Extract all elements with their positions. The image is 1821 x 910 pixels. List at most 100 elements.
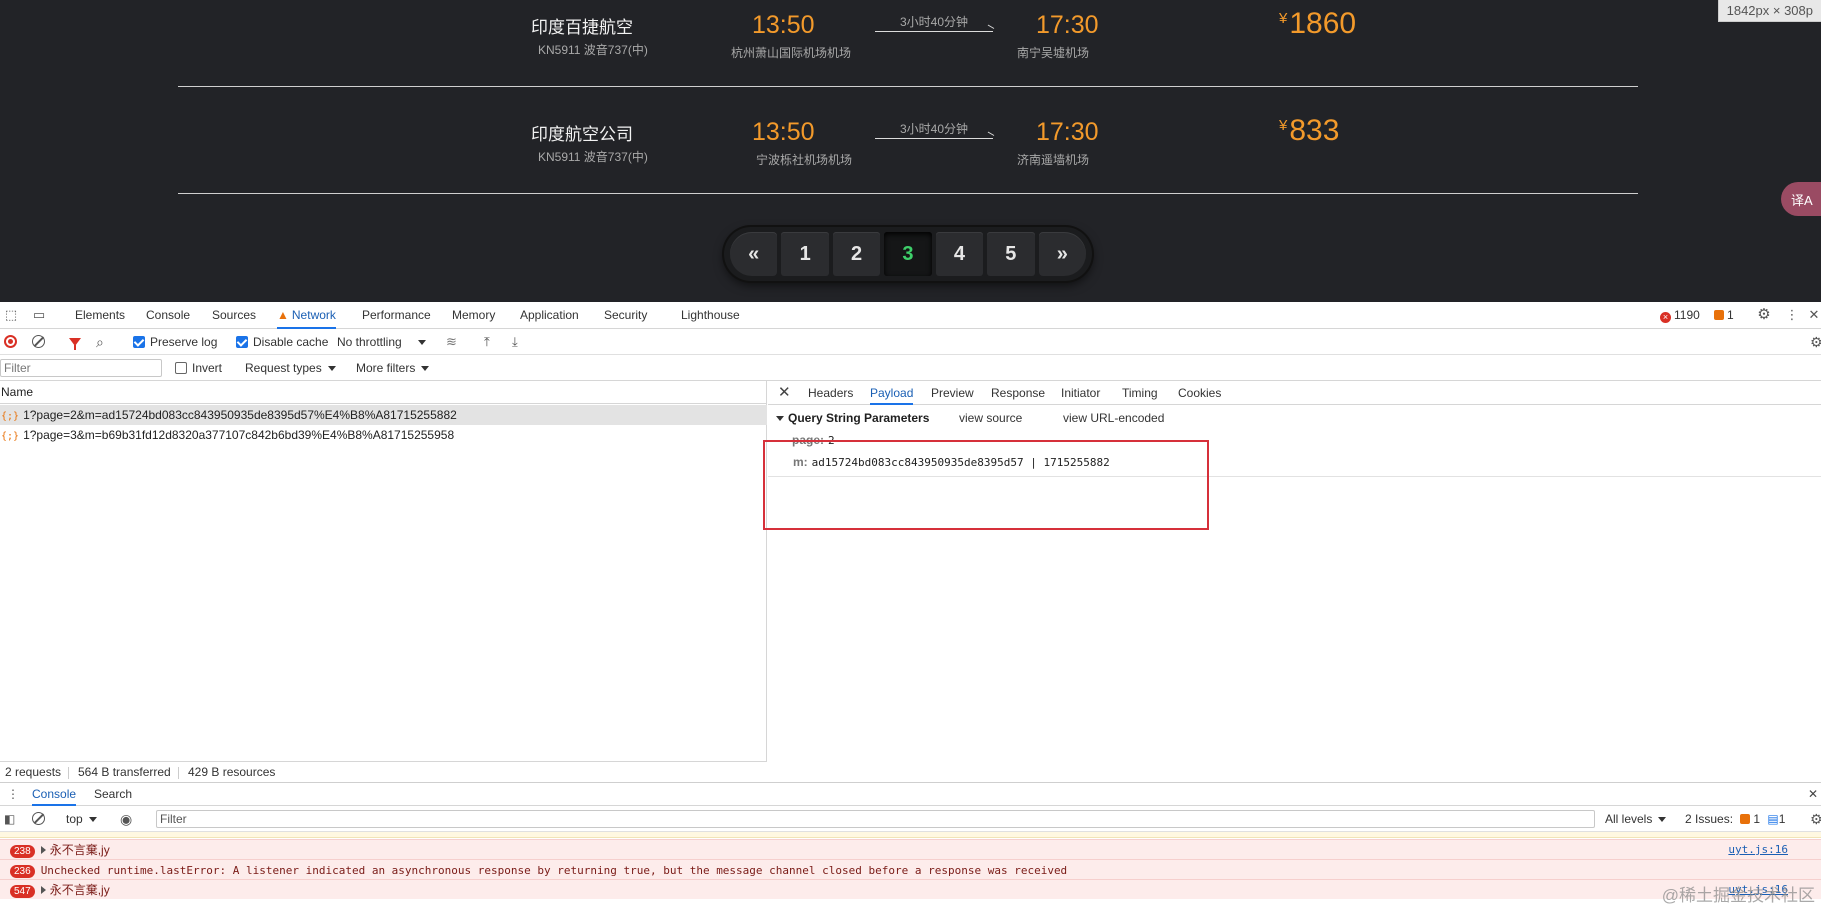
request-types-label: Request types — [245, 361, 322, 375]
more-options-icon[interactable]: ⋮ — [1785, 308, 1799, 322]
request-name: 1?page=2&m=ad15724bd083cc843950935de8395… — [23, 408, 457, 422]
info-message-icon: ▤ — [1767, 812, 1779, 826]
request-types-dropdown[interactable]: Request types — [245, 355, 336, 381]
pagination-page-1[interactable]: 1 — [781, 232, 829, 276]
filter-funnel-icon — [69, 338, 81, 350]
console-settings-gear-icon[interactable]: ⚙ — [1810, 806, 1821, 832]
tab-network[interactable]: ▲ Network — [277, 302, 336, 329]
pagination-prev-button[interactable]: « — [730, 232, 778, 276]
tab-performance[interactable]: Performance — [362, 302, 431, 329]
drawer-tab-console[interactable]: Console — [32, 783, 77, 806]
context-value: top — [66, 812, 83, 826]
param-value: ad15724bd083cc843950935de8395d57 | 17152… — [811, 456, 1110, 469]
sidebar-toggle-icon[interactable]: ◧ — [4, 806, 15, 832]
close-icon[interactable]: ✕ — [778, 381, 791, 405]
arrow-right-icon — [875, 31, 993, 32]
tab-sources[interactable]: Sources — [212, 302, 256, 329]
section-divider — [768, 476, 1821, 477]
tab-application[interactable]: Application — [520, 302, 579, 329]
console-log-entry[interactable]: 238 永不言棄,jy uyt.js:16 — [0, 839, 1821, 859]
network-filter-bar: Invert Request types More filters — [0, 355, 1821, 381]
departure-time: 13:50 — [752, 118, 815, 146]
inspect-element-icon[interactable]: ⬚ — [4, 308, 18, 322]
network-status-bar: 2 requests 564 B transferred 429 B resou… — [0, 761, 767, 782]
pagination-page-3[interactable]: 3 — [884, 232, 932, 276]
tab-cookies[interactable]: Cookies — [1178, 381, 1221, 405]
invert-checkbox[interactable]: Invert — [175, 355, 222, 381]
disable-cache-checkbox[interactable]: Disable cache — [236, 329, 328, 355]
more-filters-dropdown[interactable]: More filters — [356, 355, 430, 381]
log-entry-partial — [0, 832, 1821, 838]
tab-payload[interactable]: Payload — [870, 381, 914, 405]
name-column-header[interactable]: Name — [0, 381, 767, 404]
import-har-icon[interactable]: ⤒ — [484, 329, 490, 355]
clear-icon — [32, 335, 45, 348]
pagination-page-4[interactable]: 4 — [935, 232, 984, 276]
throttling-select[interactable]: No throttling — [337, 329, 426, 355]
clear-icon — [32, 812, 45, 825]
request-row[interactable]: {;} 1?page=3&m=b69b31fd12d8320a377107c842… — [0, 425, 767, 445]
tab-lighthouse[interactable]: Lighthouse — [681, 302, 740, 329]
error-counter[interactable]: × 1190 — [1660, 302, 1700, 329]
tab-memory[interactable]: Memory — [452, 302, 495, 329]
clear-button[interactable] — [32, 329, 45, 355]
log-levels-label: All levels — [1605, 812, 1653, 826]
pagination-page-2[interactable]: 2 — [832, 232, 881, 276]
issues-warn-count: 1 — [1753, 812, 1761, 826]
console-log-entry[interactable]: 547 永不言棄,jy uyt.js:16 — [0, 879, 1821, 899]
network-filter-input[interactable] — [0, 359, 162, 377]
log-levels-dropdown[interactable]: All levels — [1605, 806, 1667, 832]
warning-counter[interactable]: 1 — [1714, 302, 1734, 329]
currency-symbol: ¥ — [1279, 117, 1288, 134]
tab-initiator[interactable]: Initiator — [1061, 381, 1100, 405]
tab-console[interactable]: Console — [146, 302, 190, 329]
tab-response[interactable]: Response — [991, 381, 1045, 405]
context-select[interactable]: top — [66, 806, 97, 832]
pagination-next-button[interactable]: » — [1038, 232, 1086, 276]
record-stop-button[interactable] — [4, 329, 17, 355]
request-name: 1?page=3&m=b69b31fd12d8320a377107c842b6b… — [23, 428, 455, 442]
arrival-time: 17:30 — [1036, 118, 1099, 146]
filter-toggle-button[interactable] — [69, 329, 81, 355]
flight-row[interactable]: 印度百捷航空 KN5911 波音737(中) 13:50 杭州萧山国际机场机场 … — [178, 0, 1638, 87]
drawer-tab-search[interactable]: Search — [94, 783, 132, 806]
departure-airport: 宁波栎社机场机场 — [756, 153, 853, 167]
clear-console-button[interactable] — [32, 806, 45, 832]
close-icon[interactable]: ✕ — [1807, 308, 1821, 322]
network-settings-gear-icon[interactable]: ⚙ — [1810, 329, 1821, 355]
translate-button[interactable]: 译A — [1781, 182, 1821, 216]
export-har-icon[interactable]: ⤓ — [512, 329, 518, 355]
log-source-link[interactable]: uyt.js:16 — [1728, 840, 1788, 859]
console-filter-input[interactable] — [156, 810, 1595, 828]
network-conditions-icon[interactable]: ≋ — [446, 329, 457, 355]
tab-preview[interactable]: Preview — [931, 381, 974, 405]
search-icon[interactable]: ⌕ — [96, 329, 104, 355]
preserve-log-checkbox[interactable]: Preserve log — [133, 329, 217, 355]
issues-counter[interactable]: 2 Issues: 1 ▤1 — [1685, 806, 1785, 832]
tab-security[interactable]: Security — [604, 302, 647, 329]
view-source-link[interactable]: view source — [959, 409, 1022, 427]
console-log-entry[interactable]: 236 Unchecked runtime.lastError: A listen… — [0, 859, 1821, 879]
chevron-down-icon — [1658, 817, 1667, 822]
departure-airport: 杭州萧山国际机场机场 — [731, 46, 852, 60]
pagination-page-5[interactable]: 5 — [987, 232, 1035, 276]
tab-elements[interactable]: Elements — [75, 302, 125, 329]
request-detail-pane: ✕ Headers Payload Preview Response Initi… — [768, 381, 1821, 782]
tab-timing[interactable]: Timing — [1122, 381, 1158, 405]
device-toolbar-icon[interactable]: ▭ — [32, 308, 46, 322]
query-string-section-toggle[interactable]: Query String Parameters — [776, 409, 929, 427]
request-row[interactable]: {;} 1?page=2&m=ad15724bd083cc843950935de8… — [0, 405, 767, 425]
param-key: page: — [792, 433, 825, 447]
flight-row[interactable]: 印度航空公司 KN5911 波音737(中) 13:50 宁波栎社机场机场 3小… — [178, 88, 1638, 194]
param-row: m: ad15724bd083cc843950935de8395d57 | 171… — [793, 453, 1110, 471]
request-list-pane: Name {;} 1?page=2&m=ad15724bd083cc8439509… — [0, 381, 767, 761]
triangle-down-icon — [776, 416, 784, 421]
request-detail-tabs: ✕ Headers Payload Preview Response Initi… — [768, 381, 1821, 405]
repeat-count-badge: 238 — [10, 845, 35, 858]
error-count: 1190 — [1674, 308, 1700, 322]
view-url-encoded-link[interactable]: view URL-encoded — [1063, 409, 1164, 427]
log-message: 永不言棄,jy — [49, 883, 110, 897]
settings-gear-icon[interactable]: ⚙ — [1757, 307, 1771, 322]
eye-icon[interactable]: ◉ — [120, 806, 132, 832]
tab-headers[interactable]: Headers — [808, 381, 853, 405]
